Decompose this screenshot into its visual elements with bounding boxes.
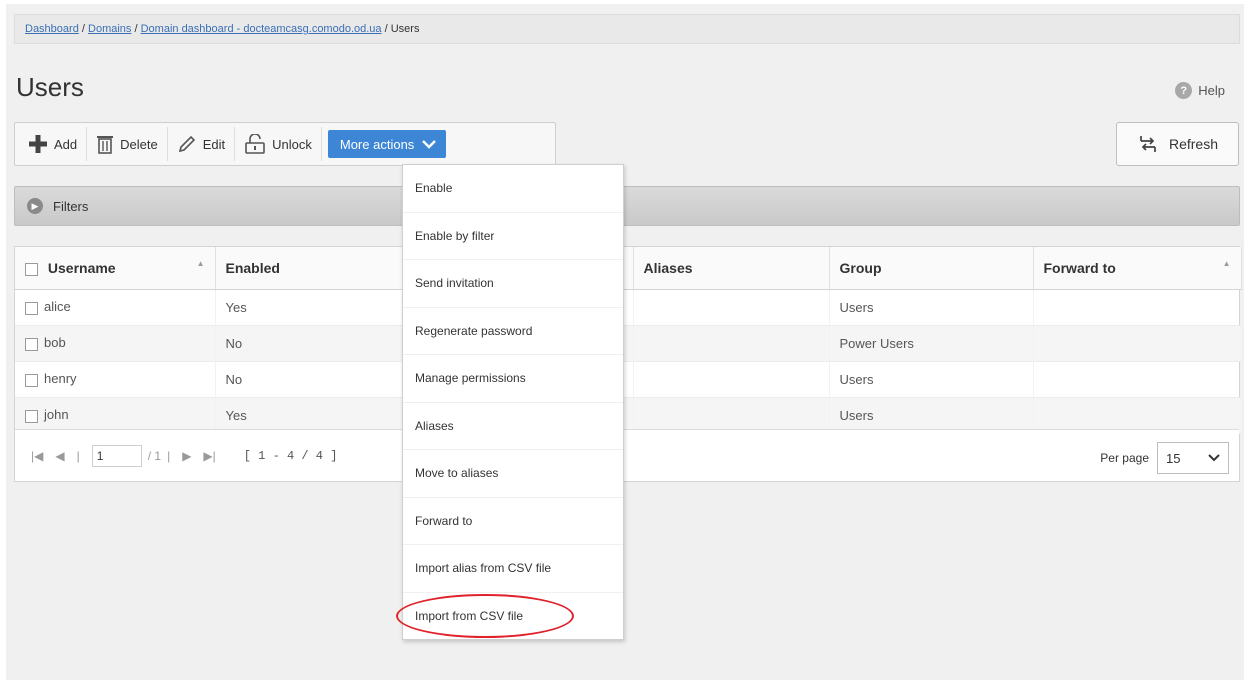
- breadcrumb-domain-dashboard[interactable]: Domain dashboard - docteamcasg.comodo.od…: [141, 23, 382, 35]
- cell-group: Users: [829, 397, 1034, 434]
- pager-divider: |: [167, 448, 171, 463]
- more-actions-label: More actions: [339, 136, 415, 152]
- cell-group: Users: [829, 361, 1034, 398]
- users-table: Username ▲ Enabled Aliases Group Forward…: [14, 246, 1242, 482]
- first-page-icon[interactable]: |◀: [31, 449, 43, 463]
- row-checkbox[interactable]: [25, 373, 38, 387]
- filters-label: Filters: [53, 198, 89, 214]
- menu-item-move-to-aliases[interactable]: Move to aliases: [403, 450, 623, 498]
- menu-item-aliases[interactable]: Aliases: [403, 403, 623, 450]
- add-button[interactable]: Add: [19, 127, 88, 161]
- previous-page-icon[interactable]: ◀: [55, 449, 64, 463]
- column-header-aliases-label: Aliases: [643, 259, 693, 276]
- cell-group: Power Users: [829, 325, 1034, 362]
- total-pages: / 1: [147, 448, 162, 463]
- column-header-forward-to[interactable]: Forward to ▲: [1033, 247, 1242, 290]
- delete-label: Delete: [120, 136, 158, 152]
- table-row[interactable]: bob No Power Users: [15, 325, 1242, 362]
- menu-item-enable-by-filter[interactable]: Enable by filter: [403, 213, 623, 260]
- next-page-icon[interactable]: ▶: [182, 449, 191, 463]
- pager-divider: |: [76, 448, 80, 463]
- menu-item-import-alias-from-csv[interactable]: Import alias from CSV file: [403, 545, 623, 593]
- breadcrumb-dashboard[interactable]: Dashboard: [25, 23, 79, 35]
- edit-label: Edit: [202, 136, 226, 152]
- breadcrumb-separator: /: [384, 23, 388, 35]
- menu-item-enable[interactable]: Enable: [403, 165, 623, 213]
- select-all-checkbox[interactable]: [25, 262, 38, 276]
- breadcrumb-domains[interactable]: Domains: [88, 23, 131, 35]
- cell-username: henry: [44, 371, 77, 387]
- table-row[interactable]: john Yes Users: [15, 397, 1242, 434]
- sort-icon: ▲: [1222, 259, 1231, 268]
- row-checkbox[interactable]: [25, 409, 38, 423]
- trash-icon: [97, 136, 114, 154]
- per-page-control: Per page 15: [1100, 442, 1229, 474]
- breadcrumb: Dashboard / Domains / Domain dashboard -…: [14, 14, 1240, 44]
- help-icon: ?: [1175, 82, 1193, 99]
- more-actions-menu: Enable Enable by filter Send invitation …: [402, 164, 624, 640]
- help-link[interactable]: ? Help: [1175, 82, 1225, 99]
- plus-icon: [29, 135, 47, 153]
- chevron-down-icon: [1208, 454, 1220, 462]
- column-header-username-label: Username: [47, 259, 116, 276]
- last-page-icon[interactable]: ▶|: [203, 449, 215, 463]
- add-label: Add: [54, 136, 78, 152]
- cell-group: Users: [829, 289, 1034, 326]
- breadcrumb-current: Users: [390, 23, 420, 35]
- cell-enabled: Yes: [215, 289, 424, 326]
- menu-item-regenerate-password[interactable]: Regenerate password: [403, 308, 623, 355]
- chevron-down-icon: [422, 140, 437, 149]
- breadcrumb-separator: /: [81, 23, 85, 35]
- toolbar: Add Delete Edit Unlock More actions: [14, 122, 556, 166]
- cell-username: bob: [44, 335, 66, 351]
- edit-button[interactable]: Edit: [168, 127, 236, 161]
- per-page-label: Per page: [1100, 451, 1149, 465]
- delete-button[interactable]: Delete: [87, 127, 168, 161]
- pagination-bar: |◀ ◀ | 1 / 1 | ▶ ▶| [ 1 - 4 / 4 ] Per pa…: [15, 429, 1239, 481]
- row-checkbox[interactable]: [25, 337, 38, 351]
- cell-enabled: No: [215, 325, 424, 362]
- unlock-button[interactable]: Unlock: [235, 127, 322, 161]
- column-header-group-label: Group: [839, 259, 882, 276]
- filters-bar[interactable]: ▶ Filters: [14, 186, 1240, 226]
- menu-item-send-invitation[interactable]: Send invitation: [403, 260, 623, 308]
- row-checkbox[interactable]: [25, 301, 38, 315]
- table-row[interactable]: henry No Users: [15, 361, 1242, 398]
- cell-enabled: No: [215, 361, 424, 398]
- unlock-label: Unlock: [272, 136, 312, 152]
- column-header-enabled[interactable]: Enabled: [215, 247, 424, 290]
- cell-username: alice: [44, 299, 71, 315]
- column-header-group[interactable]: Group: [829, 247, 1034, 290]
- more-actions-button[interactable]: More actions: [327, 130, 447, 158]
- menu-item-import-from-csv[interactable]: Import from CSV file: [403, 593, 623, 641]
- column-header-forward-to-label: Forward to: [1043, 259, 1116, 276]
- refresh-icon: [1140, 136, 1156, 152]
- pencil-icon: [178, 135, 195, 153]
- expand-arrow-icon: ▶: [27, 198, 43, 214]
- refresh-label: Refresh: [1168, 136, 1219, 152]
- help-label: Help: [1198, 83, 1225, 98]
- breadcrumb-separator: /: [134, 23, 138, 35]
- unlock-icon: [245, 134, 265, 154]
- per-page-select[interactable]: 15: [1157, 442, 1229, 474]
- page-number-input[interactable]: 1: [91, 444, 142, 467]
- record-range: [ 1 - 4 / 4 ]: [243, 448, 338, 463]
- column-header-username[interactable]: Username ▲: [15, 247, 216, 290]
- cell-enabled: Yes: [215, 397, 424, 434]
- sort-icon: ▲: [196, 259, 205, 268]
- column-header-enabled-label: Enabled: [225, 259, 280, 276]
- menu-item-forward-to[interactable]: Forward to: [403, 498, 623, 545]
- table-row[interactable]: alice Yes Users: [15, 289, 1242, 326]
- refresh-button[interactable]: Refresh: [1116, 122, 1239, 166]
- cell-username: john: [44, 407, 69, 423]
- menu-item-manage-permissions[interactable]: Manage permissions: [403, 355, 623, 403]
- page-title: Users: [16, 72, 84, 102]
- column-header-aliases[interactable]: Aliases: [633, 247, 830, 290]
- per-page-value: 15: [1166, 450, 1181, 466]
